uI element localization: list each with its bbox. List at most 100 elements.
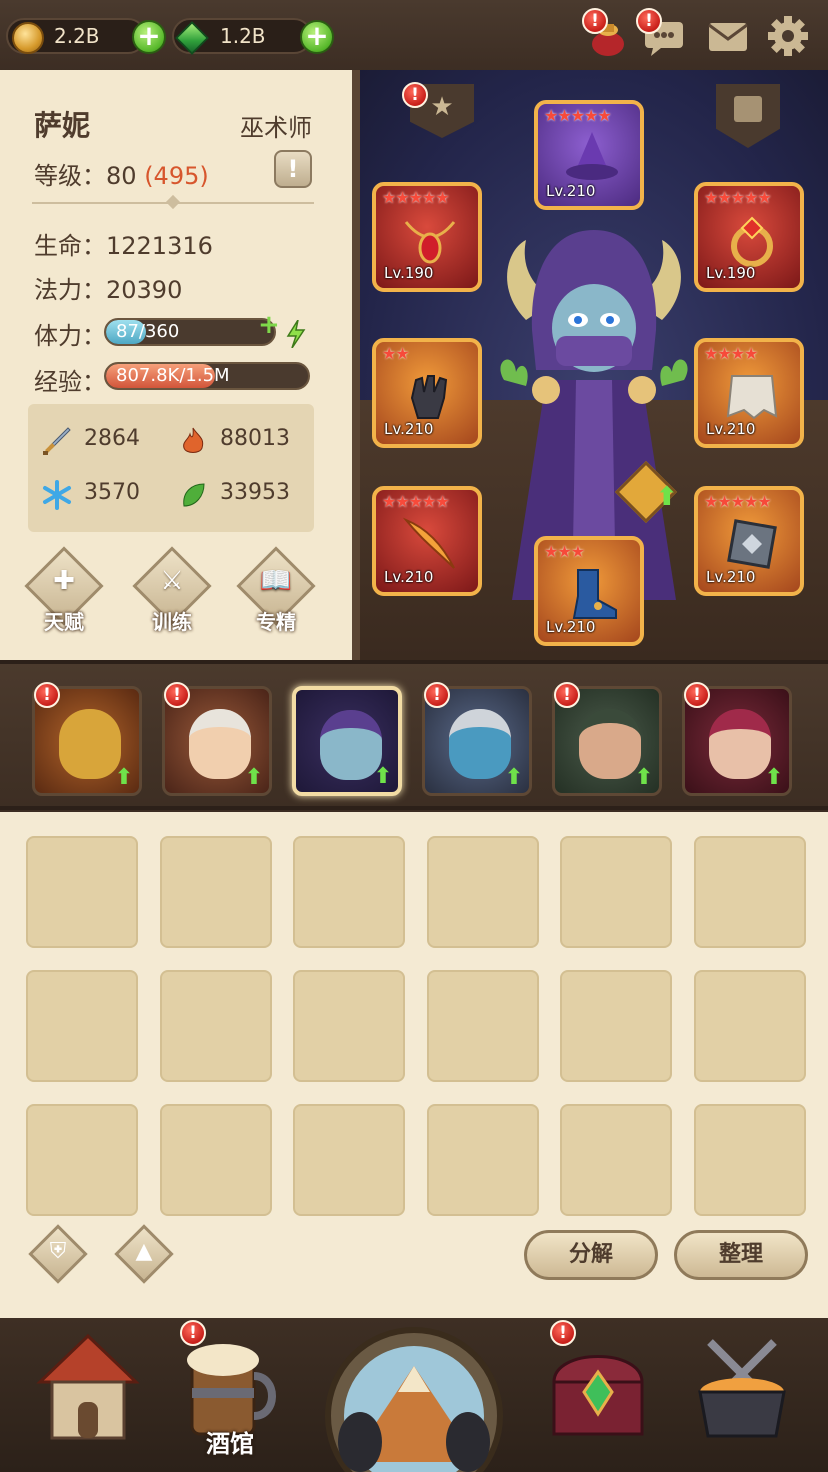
inventory-slot[interactable]	[560, 970, 672, 1082]
frost-value: 3570	[84, 480, 140, 505]
exp-bar: 807.8K/1.5M	[104, 362, 310, 390]
mp-row: 法力：20390	[34, 270, 182, 305]
level-value: 80	[106, 162, 137, 190]
inventory-slot[interactable]	[693, 1104, 806, 1216]
inventory-slot[interactable]	[693, 836, 806, 948]
talent-button[interactable]: ✚ 天赋	[24, 546, 104, 634]
nav-tavern[interactable]: 酒馆 !	[160, 1318, 300, 1472]
equipment-slot-gloves[interactable]: ★★ Lv.210	[372, 338, 482, 448]
equipment-slot-ring[interactable]: ★★★★★ Lv.190	[694, 182, 804, 292]
level-extra: (495)	[144, 162, 209, 190]
tavern-alert-badge: !	[180, 1320, 206, 1346]
bottom-navigation: 酒馆 ! !	[0, 1318, 828, 1472]
divider	[32, 202, 314, 204]
favorite-alert-badge: !	[402, 82, 428, 108]
ring-stars: ★★★★★	[704, 188, 772, 207]
nav-forge[interactable]	[672, 1318, 812, 1472]
inventory-slot[interactable]	[293, 1104, 405, 1216]
nav-treasure[interactable]: !	[528, 1318, 668, 1472]
roster-alert-badge: !	[424, 682, 450, 708]
inventory-slot[interactable]	[26, 970, 138, 1082]
mail-icon	[708, 23, 748, 51]
inventory-slot[interactable]	[560, 1104, 672, 1216]
cloak-icon	[726, 375, 778, 420]
boots-level: Lv.210	[546, 618, 596, 636]
equipment-slot-helmet[interactable]: ★★★★★ Lv.210	[534, 100, 644, 210]
inventory-slot[interactable]	[293, 836, 405, 948]
bundle-button[interactable]: !	[582, 8, 632, 60]
mastery-button[interactable]: 📖 专精	[236, 546, 316, 634]
gem-amount: 1.2B	[220, 24, 266, 48]
upgrade-arrow-icon: ⬆	[656, 482, 678, 512]
crossed-swords-icon: ⚔	[160, 566, 184, 596]
leaf-icon	[183, 483, 205, 507]
hero-portrait-sorceress[interactable]: ⬆	[292, 686, 402, 796]
talent-cross-icon: ✚	[53, 566, 75, 596]
add-stamina-button[interactable]: +	[258, 310, 280, 340]
inventory-slot[interactable]	[426, 1104, 539, 1216]
equipment-slot-offhand[interactable]: ★★★★★ Lv.210	[694, 486, 804, 596]
equipment-slot-amulet[interactable]: ★★★★★ Lv.190	[372, 182, 482, 292]
inventory-slot[interactable]	[293, 970, 405, 1082]
helmet-level: Lv.210	[546, 182, 596, 200]
upgrade-arrow-icon: ⬆	[634, 765, 654, 790]
fire-value: 88013	[220, 426, 290, 451]
roster-alert-badge: !	[554, 682, 580, 708]
amulet-icon	[404, 221, 456, 264]
ring-level: Lv.190	[706, 264, 756, 282]
gold-counter: 2.2B	[6, 18, 146, 54]
hero-name: 萨妮	[34, 109, 91, 142]
weapon-level: Lv.210	[384, 568, 434, 586]
inventory-slot[interactable]	[693, 970, 806, 1082]
add-gems-button[interactable]: +	[300, 20, 334, 54]
armor-filter-button[interactable]: ⛨	[28, 1224, 88, 1284]
upgrade-arrow-icon: ⬆	[504, 765, 524, 790]
training-button[interactable]: ⚔ 训练	[132, 546, 212, 634]
equipment-slot-weapon[interactable]: ★★★★★ Lv.210	[372, 486, 482, 596]
hero-info-button[interactable]: !	[274, 150, 312, 188]
helmet-stars: ★★★★★	[544, 106, 612, 125]
nav-house[interactable]	[18, 1318, 158, 1472]
settings-button[interactable]	[764, 12, 812, 60]
hero-stats-panel: 萨妮 巫术师 等级：80 (495) ! 生命：1221316 法力：20390…	[0, 70, 360, 662]
gauntlet-icon	[410, 375, 448, 419]
chat-button[interactable]: !	[636, 8, 688, 60]
exp-text: 807.8K/1.5M	[116, 365, 230, 386]
gear-icon	[768, 16, 808, 56]
talent-label: 天赋	[44, 610, 84, 634]
forge-cauldron-icon	[698, 1339, 786, 1438]
cloak-stars: ★★★★	[704, 344, 758, 363]
exp-label: 经验：	[34, 368, 106, 396]
mastery-label: 专精	[256, 610, 296, 634]
sort-button[interactable]: 整理	[674, 1230, 808, 1280]
inventory-panel: ⛨ ▲ 分解 整理	[0, 812, 828, 1318]
gem-icon	[175, 21, 209, 55]
decompose-button[interactable]: 分解	[524, 1230, 658, 1280]
mail-button[interactable]	[704, 12, 752, 60]
gem-counter: 1.2B	[172, 18, 312, 55]
stone-icon: ▲	[135, 1239, 153, 1264]
nav-adventure[interactable]	[320, 1318, 508, 1472]
inventory-slot[interactable]	[159, 1104, 272, 1216]
add-gold-button[interactable]: +	[132, 20, 166, 54]
inventory-slot[interactable]	[560, 836, 672, 948]
material-filter-button[interactable]: ▲	[114, 1224, 174, 1284]
armor-icon: ⛨	[49, 1239, 67, 1264]
upgrade-arrow-icon: ⬆	[373, 764, 393, 789]
inventory-slot[interactable]	[426, 970, 539, 1082]
equipment-slot-boots[interactable]: ★★★ Lv.210	[534, 536, 644, 646]
inventory-slot[interactable]	[26, 1104, 138, 1216]
treasure-chest-icon	[552, 1355, 644, 1436]
upgrade-arrow-icon: ⬆	[114, 765, 134, 790]
inventory-slot[interactable]	[159, 836, 272, 948]
inventory-slot[interactable]	[159, 970, 272, 1082]
lightning-icon	[286, 320, 306, 348]
inventory-slot[interactable]	[26, 836, 138, 948]
collection-button[interactable]	[716, 84, 780, 148]
roster-alert-badge: !	[164, 682, 190, 708]
equipment-slot-cloak[interactable]: ★★★★ Lv.210	[694, 338, 804, 448]
chat-alert-badge: !	[636, 8, 662, 34]
hp-value: 1221316	[106, 232, 213, 260]
adventure-portal-icon	[325, 1327, 503, 1472]
inventory-slot[interactable]	[426, 836, 539, 948]
